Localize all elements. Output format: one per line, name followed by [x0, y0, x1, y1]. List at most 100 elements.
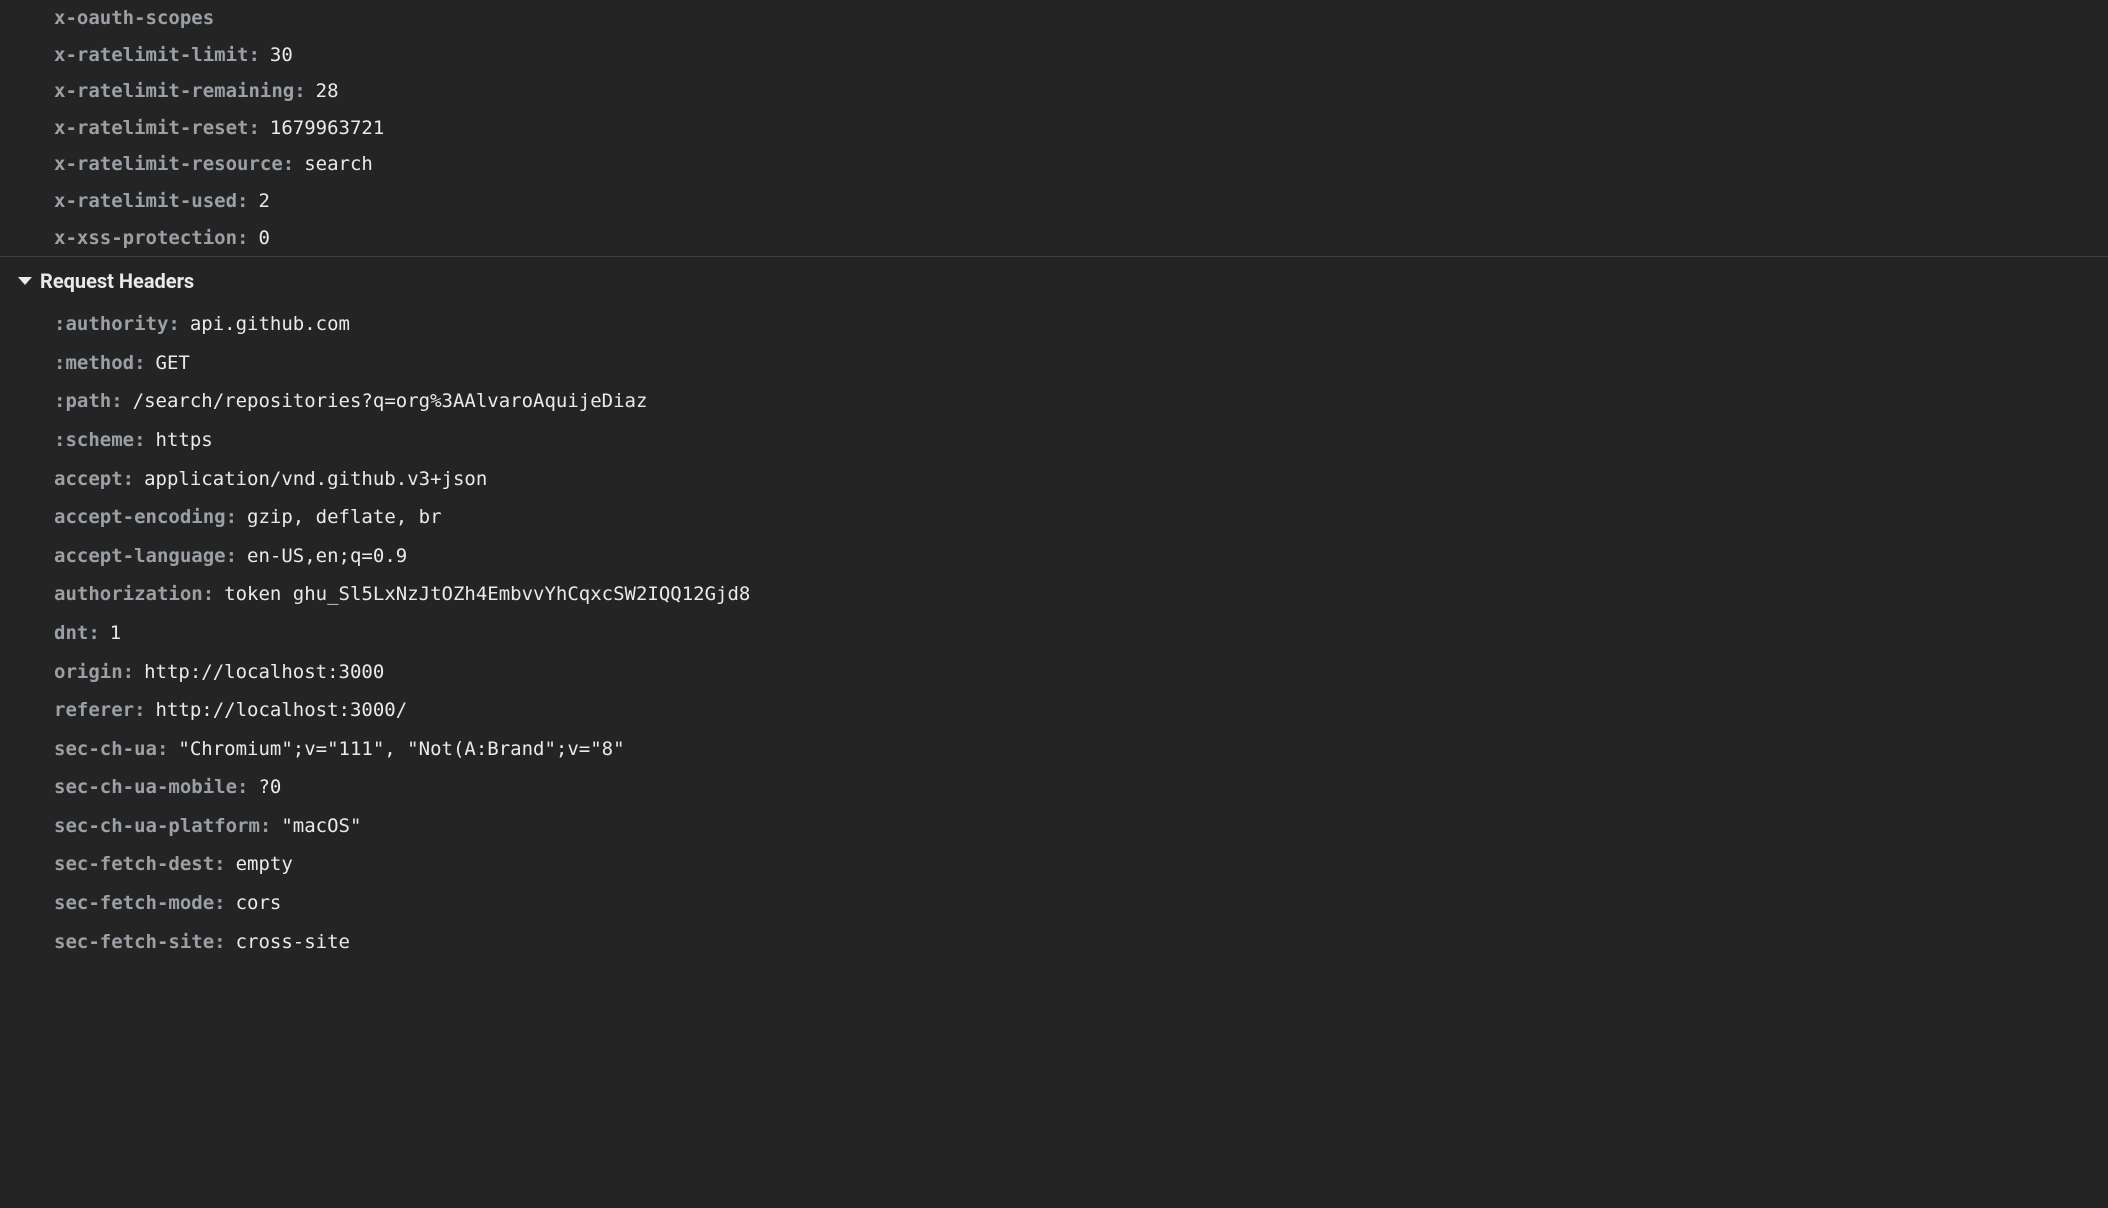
- header-value: cors: [236, 890, 282, 917]
- header-colon: :: [168, 311, 179, 338]
- header-colon: :: [237, 774, 248, 801]
- response-header-row[interactable]: x-xss-protection: 0: [0, 220, 2108, 257]
- header-value: 28: [316, 78, 339, 105]
- header-value: 2: [258, 188, 269, 215]
- response-header-row[interactable]: x-ratelimit-reset: 1679963721: [0, 110, 2108, 147]
- header-value: 1: [110, 620, 121, 647]
- header-value: http://localhost:3000: [144, 659, 384, 686]
- header-colon: :: [123, 659, 134, 686]
- header-name: x-oauth-scopes: [54, 5, 214, 32]
- header-name: sec-ch-ua-platform: [54, 813, 260, 840]
- header-value: ?0: [258, 774, 281, 801]
- header-value: empty: [236, 851, 293, 878]
- request-header-row[interactable]: accept-language: en-US,en;q=0.9: [0, 537, 2108, 576]
- response-header-row[interactable]: x-ratelimit-remaining: 28: [0, 73, 2108, 110]
- request-header-row[interactable]: sec-fetch-mode: cors: [0, 884, 2108, 923]
- header-colon: :: [203, 581, 214, 608]
- header-value: 1679963721: [270, 115, 384, 142]
- header-colon: :: [237, 225, 248, 252]
- header-name: referer: [54, 697, 134, 724]
- response-header-row[interactable]: x-ratelimit-limit: 30: [0, 37, 2108, 74]
- header-colon: :: [111, 388, 122, 415]
- header-colon: :: [214, 851, 225, 878]
- response-header-row[interactable]: x-ratelimit-used: 2: [0, 183, 2108, 220]
- request-header-row[interactable]: :authority: api.github.com: [0, 305, 2108, 344]
- header-name: :method: [54, 350, 134, 377]
- header-name: x-ratelimit-reset: [54, 115, 248, 142]
- header-name: x-ratelimit-resource: [54, 151, 283, 178]
- header-colon: :: [214, 929, 225, 956]
- request-header-row[interactable]: authorization: token ghu_Sl5LxNzJtOZh4Em…: [0, 575, 2108, 614]
- header-name: :scheme: [54, 427, 134, 454]
- header-colon: :: [134, 427, 145, 454]
- header-value: http://localhost:3000/: [156, 697, 408, 724]
- header-name: sec-fetch-site: [54, 929, 214, 956]
- header-value: api.github.com: [190, 311, 350, 338]
- response-headers-section: x-oauth-scopes x-ratelimit-limit: 30 x-r…: [0, 0, 2108, 256]
- request-header-row[interactable]: :scheme: https: [0, 421, 2108, 460]
- headers-panel: x-oauth-scopes x-ratelimit-limit: 30 x-r…: [0, 0, 2108, 1208]
- header-name: x-ratelimit-used: [54, 188, 237, 215]
- header-name: sec-ch-ua-mobile: [54, 774, 237, 801]
- request-headers-section: Request Headers :authority: api.github.c…: [0, 256, 2108, 961]
- disclosure-triangle-icon: [18, 277, 32, 285]
- header-name: sec-fetch-mode: [54, 890, 214, 917]
- response-header-row[interactable]: x-oauth-scopes: [0, 0, 2108, 37]
- header-colon: :: [134, 350, 145, 377]
- header-name: x-ratelimit-remaining: [54, 78, 294, 105]
- header-name: x-xss-protection: [54, 225, 237, 252]
- request-header-row[interactable]: accept-encoding: gzip, deflate, br: [0, 498, 2108, 537]
- header-name: sec-fetch-dest: [54, 851, 214, 878]
- response-header-row[interactable]: x-ratelimit-resource: search: [0, 146, 2108, 183]
- header-name: accept: [54, 466, 123, 493]
- header-colon: :: [226, 543, 237, 570]
- header-colon: :: [88, 620, 99, 647]
- header-name: :authority: [54, 311, 168, 338]
- header-colon: :: [294, 78, 305, 105]
- header-value: /search/repositories?q=org%3AAlvaroAquij…: [133, 388, 648, 415]
- request-header-row[interactable]: :method: GET: [0, 344, 2108, 383]
- header-name: sec-ch-ua: [54, 736, 157, 763]
- header-name: accept-encoding: [54, 504, 226, 531]
- request-header-row[interactable]: sec-fetch-site: cross-site: [0, 923, 2108, 962]
- header-name: authorization: [54, 581, 203, 608]
- header-value: cross-site: [236, 929, 350, 956]
- header-value: search: [304, 151, 373, 178]
- header-colon: :: [214, 890, 225, 917]
- header-value: token ghu_Sl5LxNzJtOZh4EmbvvYhCqxcSW2IQQ…: [224, 581, 750, 608]
- section-title-label: Request Headers: [40, 267, 194, 295]
- header-value: 0: [258, 225, 269, 252]
- header-value: 30: [270, 42, 293, 69]
- header-name: dnt: [54, 620, 88, 647]
- header-colon: :: [226, 504, 237, 531]
- header-colon: :: [123, 466, 134, 493]
- header-colon: :: [248, 115, 259, 142]
- header-name: origin: [54, 659, 123, 686]
- request-header-row[interactable]: sec-ch-ua-platform: "macOS": [0, 807, 2108, 846]
- header-name: :path: [54, 388, 111, 415]
- header-colon: :: [237, 188, 248, 215]
- request-headers-toggle[interactable]: Request Headers: [0, 257, 2108, 305]
- header-value: "macOS": [281, 813, 361, 840]
- request-header-row[interactable]: dnt: 1: [0, 614, 2108, 653]
- header-colon: :: [283, 151, 294, 178]
- header-colon: :: [248, 42, 259, 69]
- header-colon: :: [260, 813, 271, 840]
- request-header-row[interactable]: sec-ch-ua-mobile: ?0: [0, 768, 2108, 807]
- request-header-row[interactable]: referer: http://localhost:3000/: [0, 691, 2108, 730]
- header-colon: :: [134, 697, 145, 724]
- request-header-row[interactable]: :path: /search/repositories?q=org%3AAlva…: [0, 382, 2108, 421]
- header-value: GET: [156, 350, 190, 377]
- header-value: "Chromium";v="111", "Not(A:Brand";v="8": [178, 736, 624, 763]
- header-value: application/vnd.github.v3+json: [144, 466, 487, 493]
- request-header-row[interactable]: sec-ch-ua: "Chromium";v="111", "Not(A:Br…: [0, 730, 2108, 769]
- header-colon: :: [157, 736, 168, 763]
- request-header-row[interactable]: accept: application/vnd.github.v3+json: [0, 460, 2108, 499]
- request-header-row[interactable]: origin: http://localhost:3000: [0, 653, 2108, 692]
- header-value: gzip, deflate, br: [247, 504, 441, 531]
- request-header-row[interactable]: sec-fetch-dest: empty: [0, 845, 2108, 884]
- header-value: https: [156, 427, 213, 454]
- header-value: en-US,en;q=0.9: [247, 543, 407, 570]
- header-name: x-ratelimit-limit: [54, 42, 248, 69]
- header-name: accept-language: [54, 543, 226, 570]
